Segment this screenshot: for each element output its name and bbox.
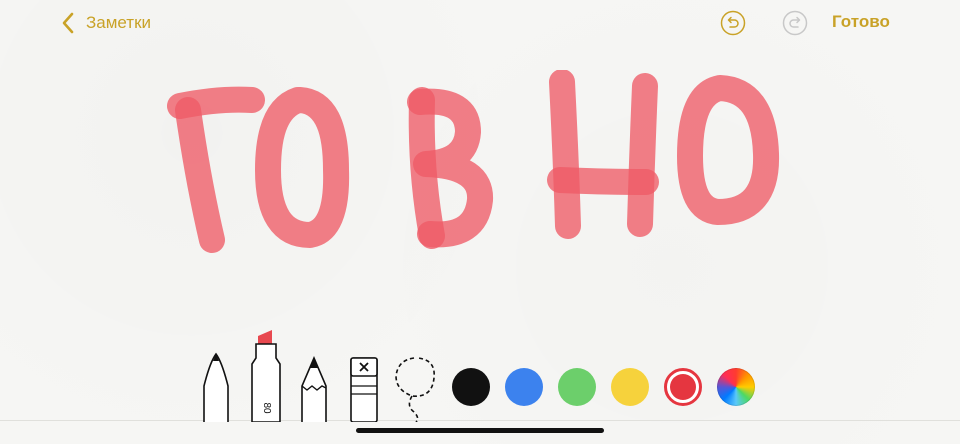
lasso-tool[interactable] [392,356,440,422]
pencil-icon [301,356,327,422]
marker-label: 80 [261,402,272,414]
blue-swatch[interactable] [505,368,543,406]
done-button[interactable]: Готово [832,12,890,32]
stroke-letter-2 [255,87,350,248]
pen-icon [203,352,229,422]
stroke-letter-4c [547,167,659,195]
stroke-letter-1b [175,97,225,253]
pen-tool[interactable] [200,352,232,422]
back-label: Заметки [86,13,152,32]
stroke-letter-4a [549,70,581,239]
pencil-tool[interactable] [298,356,330,422]
drawing-toolbar: 80 [190,318,770,422]
back-button[interactable]: Заметки [62,10,151,36]
stroke-letter-4b [627,73,658,237]
stroke-letter-5 [677,75,780,225]
undo-icon[interactable] [720,10,746,36]
marker-icon: 80 [251,330,281,422]
green-swatch[interactable] [558,368,596,406]
redo-icon[interactable] [782,10,808,36]
chevron-left-icon [62,12,74,34]
black-swatch[interactable] [452,368,490,406]
eraser-tool[interactable] [348,356,380,422]
red-swatch-fill [670,374,696,400]
handwritten-drawing [167,70,780,253]
eraser-icon [350,357,378,422]
marker-tool[interactable]: 80 [248,328,284,422]
color-wheel-icon[interactable] [717,368,755,406]
red-swatch-selected[interactable] [664,368,702,406]
yellow-swatch[interactable] [611,368,649,406]
lasso-icon [395,357,435,422]
home-indicator [356,428,604,433]
top-bar: Заметки Готово [0,0,960,48]
